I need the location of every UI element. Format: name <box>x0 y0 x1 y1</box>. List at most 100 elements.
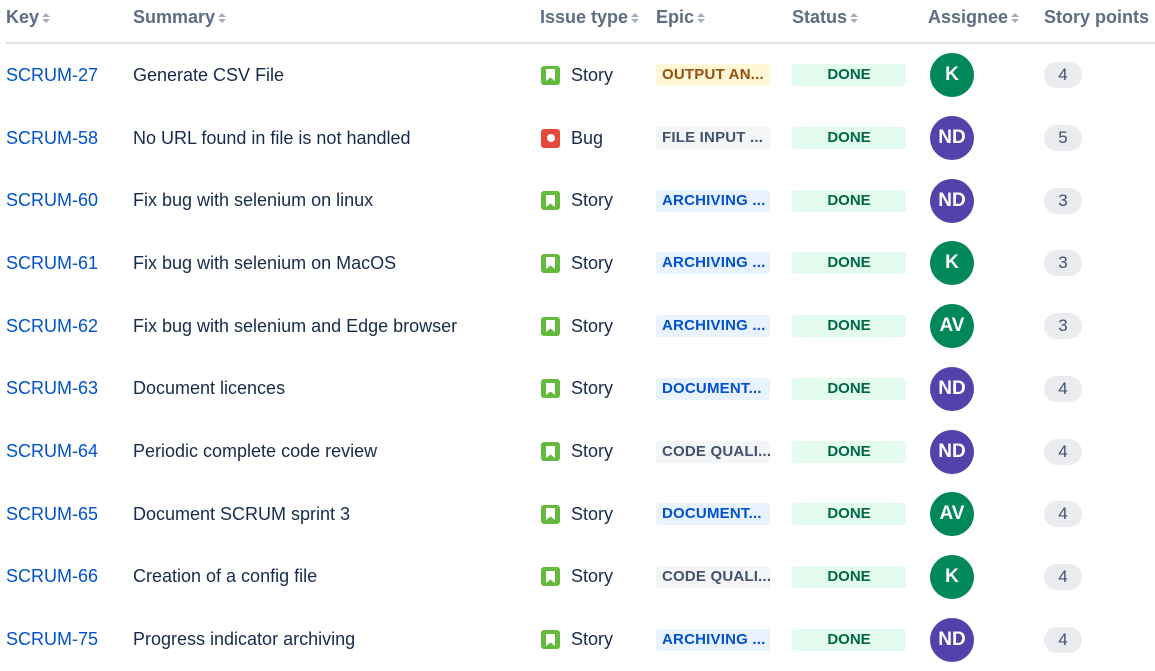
issue-type-label: Story <box>571 503 614 524</box>
issue-key-link[interactable]: SCRUM-61 <box>6 253 98 274</box>
assignee-avatar[interactable]: ND <box>930 617 974 662</box>
story-points-cell: 4 <box>1044 483 1082 546</box>
status-badge[interactable]: DONE <box>792 440 906 463</box>
assignee-avatar[interactable]: AV <box>930 304 974 349</box>
assignee-avatar[interactable]: ND <box>930 178 974 223</box>
table-row[interactable]: SCRUM-65 Document SCRUM sprint 3 Story D… <box>6 483 1155 546</box>
story-icon <box>541 630 560 650</box>
epic-lozenge[interactable]: ARCHIVING ... <box>656 189 770 212</box>
status-badge[interactable]: DONE <box>792 628 906 651</box>
issue-key-link[interactable]: SCRUM-75 <box>6 629 98 650</box>
issue-summary[interactable]: Creation of a config file <box>133 566 317 587</box>
issue-summary[interactable]: Document licences <box>133 378 285 399</box>
summary-cell: Progress indicator archiving <box>133 608 355 671</box>
key-cell: SCRUM-60 <box>6 169 98 232</box>
assignee-avatar[interactable]: K <box>930 241 974 286</box>
issue-summary[interactable]: Fix bug with selenium on MacOS <box>133 253 396 274</box>
assignee-avatar[interactable]: ND <box>930 429 974 474</box>
issue-summary[interactable]: No URL found in file is not handled <box>133 128 411 149</box>
issue-summary[interactable]: Generate CSV File <box>133 65 284 86</box>
assignee-avatar[interactable]: ND <box>930 116 974 161</box>
column-header-assignee[interactable]: Assignee <box>928 7 1020 28</box>
epic-cell: CODE QUALI... <box>656 420 770 483</box>
issue-summary[interactable]: Progress indicator archiving <box>133 629 355 650</box>
story-points-cell: 3 <box>1044 295 1082 358</box>
issue-key-link[interactable]: SCRUM-60 <box>6 190 98 211</box>
table-row[interactable]: SCRUM-62 Fix bug with selenium and Edge … <box>6 295 1155 358</box>
status-badge[interactable]: DONE <box>792 252 906 275</box>
epic-lozenge[interactable]: ARCHIVING ... <box>656 252 770 275</box>
epic-lozenge[interactable]: CODE QUALI... <box>656 440 770 463</box>
status-badge[interactable]: DONE <box>792 64 906 87</box>
assignee-cell: ND <box>930 608 974 671</box>
summary-cell: No URL found in file is not handled <box>133 107 411 170</box>
issue-summary[interactable]: Fix bug with selenium and Edge browser <box>133 316 457 337</box>
status-badge[interactable]: DONE <box>792 189 906 212</box>
table-row[interactable]: SCRUM-60 Fix bug with selenium on linux … <box>6 169 1155 232</box>
summary-cell: Fix bug with selenium on MacOS <box>133 232 396 295</box>
assignee-avatar[interactable]: ND <box>930 366 974 411</box>
epic-lozenge[interactable]: CODE QUALI... <box>656 565 770 588</box>
column-header-status[interactable]: Status <box>792 7 859 28</box>
column-header-epic[interactable]: Epic <box>656 7 706 28</box>
issue-key-link[interactable]: SCRUM-64 <box>6 441 98 462</box>
column-header-label: Status <box>792 7 848 27</box>
status-badge[interactable]: DONE <box>792 315 906 338</box>
issue-key-link[interactable]: SCRUM-63 <box>6 378 98 399</box>
issue-key-link[interactable]: SCRUM-58 <box>6 128 98 149</box>
table-row[interactable]: SCRUM-66 Creation of a config file Story… <box>6 546 1155 609</box>
status-badge[interactable]: DONE <box>792 377 906 400</box>
status-badge[interactable]: DONE <box>792 565 906 588</box>
column-header-story-points[interactable]: Story points <box>1044 7 1149 28</box>
issue-type-label: Story <box>571 378 614 399</box>
status-badge[interactable]: DONE <box>792 127 906 150</box>
assignee-cell: ND <box>930 358 974 421</box>
assignee-avatar[interactable]: K <box>930 53 974 98</box>
epic-lozenge[interactable]: DOCUMENT... <box>656 503 770 526</box>
issue-key-link[interactable]: SCRUM-66 <box>6 566 98 587</box>
assignee-cell: ND <box>930 169 974 232</box>
issue-summary[interactable]: Fix bug with selenium on linux <box>133 190 373 211</box>
issue-type-label: Story <box>571 190 614 211</box>
epic-lozenge[interactable]: OUTPUT AN... <box>656 64 770 87</box>
epic-lozenge[interactable]: ARCHIVING ... <box>656 315 770 338</box>
issue-key-link[interactable]: SCRUM-65 <box>6 504 98 525</box>
table-row[interactable]: SCRUM-61 Fix bug with selenium on MacOS … <box>6 232 1155 295</box>
story-points-cell: 4 <box>1044 420 1082 483</box>
table-row[interactable]: SCRUM-58 No URL found in file is not han… <box>6 107 1155 170</box>
status-cell: DONE <box>792 420 906 483</box>
status-cell: DONE <box>792 295 906 358</box>
status-badge[interactable]: DONE <box>792 503 906 526</box>
column-header-summary[interactable]: Summary <box>133 7 227 28</box>
table-row[interactable]: SCRUM-27 Generate CSV File Story OUTPUT … <box>6 44 1155 107</box>
summary-cell: Document SCRUM sprint 3 <box>133 483 350 546</box>
epic-lozenge[interactable]: DOCUMENT... <box>656 377 770 400</box>
column-header-key[interactable]: Key <box>6 7 51 28</box>
issue-key-link[interactable]: SCRUM-62 <box>6 316 98 337</box>
issue-type: Story <box>541 629 613 650</box>
table-row[interactable]: SCRUM-75 Progress indicator archiving St… <box>6 608 1155 671</box>
story-points-cell: 4 <box>1044 44 1082 107</box>
issue-summary[interactable]: Document SCRUM sprint 3 <box>133 504 350 525</box>
issue-type: Story <box>541 190 613 211</box>
assignee-cell: K <box>930 546 974 609</box>
assignee-avatar[interactable]: AV <box>930 492 974 537</box>
key-cell: SCRUM-65 <box>6 483 98 546</box>
epic-lozenge[interactable]: FILE INPUT ... <box>656 127 770 150</box>
table-row[interactable]: SCRUM-63 Document licences Story DOCUMEN… <box>6 358 1155 421</box>
epic-lozenge[interactable]: ARCHIVING ... <box>656 628 770 651</box>
column-header-label: Key <box>6 7 40 27</box>
assignee-avatar[interactable]: K <box>930 554 974 599</box>
status-cell: DONE <box>792 546 906 609</box>
column-header-label: Issue type <box>540 7 629 27</box>
issue-summary[interactable]: Periodic complete code review <box>133 441 377 462</box>
column-header-label: Assignee <box>928 7 1009 27</box>
issue-key-link[interactable]: SCRUM-27 <box>6 65 98 86</box>
key-cell: SCRUM-75 <box>6 608 98 671</box>
column-header-issue-type[interactable]: Issue type <box>540 7 640 28</box>
issue-type-cell: Bug <box>541 107 603 170</box>
issue-type-label: Story <box>571 64 614 85</box>
assignee-cell: ND <box>930 420 974 483</box>
table-row[interactable]: SCRUM-64 Periodic complete code review S… <box>6 420 1155 483</box>
story-points-badge: 3 <box>1044 187 1082 214</box>
